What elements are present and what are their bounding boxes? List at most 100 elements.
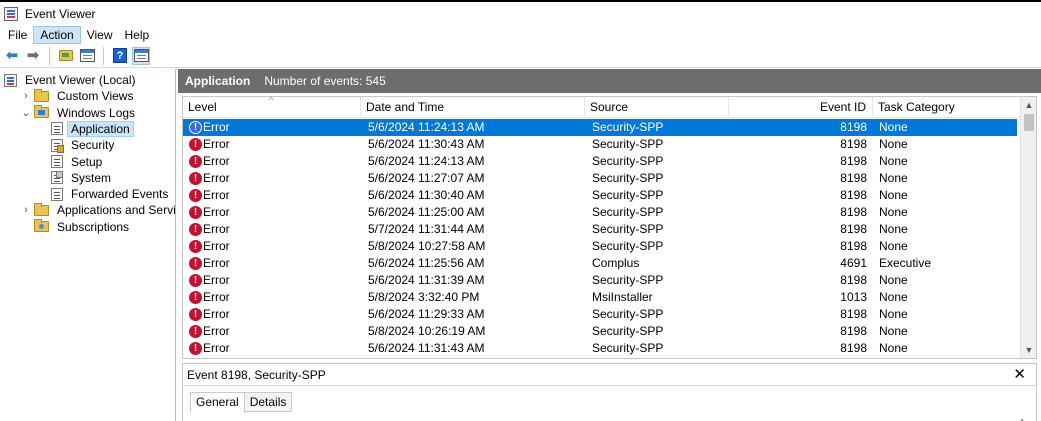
level-cell: Error (203, 324, 230, 338)
expand-icon[interactable]: › (21, 202, 31, 218)
up-folder-button[interactable] (57, 47, 75, 65)
level-cell: Error (203, 273, 230, 287)
table-row[interactable]: ! Error 5/7/2024 11:31:44 AM Security-SPP 81… (183, 221, 1017, 238)
column-header-task-category[interactable]: Task Category (873, 97, 1021, 118)
task-category-cell: None (879, 222, 908, 236)
back-button[interactable]: ⬅ (3, 47, 21, 65)
tab-details[interactable]: Details (243, 392, 293, 412)
tree-item-custom-views[interactable]: › Custom Views (21, 88, 137, 104)
menu-help[interactable]: Help (119, 26, 156, 44)
error-icon: ! (189, 274, 202, 287)
error-icon: ! (189, 342, 202, 355)
datetime-cell: 5/6/2024 11:25:00 AM (368, 205, 485, 219)
show-hide-console-tree-button[interactable] (78, 47, 96, 65)
level-cell: Error (203, 120, 230, 134)
source-cell: Security-SPP (592, 341, 664, 355)
tree-item-label: Windows Logs (57, 105, 136, 120)
help-icon: ? (113, 48, 127, 63)
system-log-icon (51, 171, 63, 185)
security-log-icon (51, 138, 64, 153)
log-header: Application Number of events: 545 (178, 69, 1041, 93)
column-header-source[interactable]: Source (585, 97, 729, 118)
menu-action[interactable]: Action (33, 26, 81, 44)
error-icon: ! (189, 240, 202, 253)
tree-item-windows-logs[interactable]: ⌄ Windows Logs (21, 105, 139, 121)
datetime-cell: 5/6/2024 11:25:56 AM (368, 256, 485, 270)
tree-item-label: Applications and Services Lo (57, 203, 176, 218)
datetime-cell: 5/8/2024 3:32:40 PM (368, 290, 480, 304)
tree-item-security[interactable]: Security (38, 137, 118, 153)
close-icon[interactable]: ✕ (1013, 366, 1026, 384)
log-icon (51, 187, 63, 201)
toolbar-separator (49, 46, 50, 65)
detail-scroll-up-icon[interactable]: ▲ (1018, 416, 1026, 421)
level-cell: Error (203, 188, 230, 202)
table-row[interactable]: ! Error 5/8/2024 10:26:19 AM Security-SPP 81… (183, 323, 1017, 340)
collapse-icon[interactable]: ⌄ (21, 105, 31, 121)
table-row[interactable]: ! Error 5/6/2024 11:24:13 AM Security-SPP 81… (183, 153, 1017, 170)
show-hide-action-pane-button[interactable] (132, 46, 150, 65)
table-row[interactable]: ! Error 5/6/2024 11:30:43 AM Security-SPP 81… (183, 136, 1017, 153)
detail-header: Event 8198, Security-SPP ✕ (183, 364, 1036, 386)
toolbar: ⬅ ➡? (0, 44, 1041, 68)
task-category-cell: None (879, 239, 908, 253)
scroll-up-icon[interactable]: ▲ (1021, 97, 1036, 113)
event-id-cell: 8198 (840, 239, 867, 253)
level-cell: Error (203, 256, 230, 270)
tree-item-setup[interactable]: Setup (38, 154, 106, 170)
column-header-event-id[interactable]: Event ID (729, 97, 873, 118)
table-row[interactable]: ! Error 5/6/2024 11:31:43 AM Security-SPP 81… (183, 340, 1017, 357)
table-row[interactable]: ! Error 5/8/2024 10:27:58 AM Security-SPP 81… (183, 238, 1017, 255)
datetime-cell: 5/7/2024 11:31:44 AM (368, 222, 485, 236)
back-icon: ⬅ (5, 46, 19, 64)
tab-general[interactable]: General (190, 392, 245, 413)
table-row[interactable]: ! Error 5/6/2024 11:29:33 AM Security-SPP 81… (183, 306, 1017, 323)
tree-item-application[interactable]: Application (38, 120, 134, 137)
event-id-cell: 1013 (840, 290, 867, 304)
table-row[interactable]: ! Error 5/6/2024 11:30:40 AM Security-SPP 81… (183, 187, 1017, 204)
tree-item-event-viewer-local[interactable]: Event Viewer (Local) (4, 72, 140, 88)
error-icon: ! (189, 291, 202, 304)
event-id-cell: 8198 (840, 222, 867, 236)
table-row[interactable]: ! Error 5/6/2024 11:25:00 AM Security-SPP 81… (183, 204, 1017, 221)
task-category-cell: None (879, 154, 908, 168)
tree-item-subscriptions[interactable]: Subscriptions (21, 219, 133, 235)
table-row[interactable]: ! Error 5/6/2024 11:25:56 AM Complus 4691 Exe… (183, 255, 1017, 272)
event-id-cell: 8198 (840, 137, 867, 151)
datetime-cell: 5/8/2024 10:26:19 AM (368, 324, 486, 338)
source-cell: Security-SPP (592, 307, 664, 321)
console-tree: Event Viewer (Local) › Custom Views ⌄ Window… (0, 69, 176, 421)
level-cell: Error (203, 239, 230, 253)
table-row[interactable]: ! Error 5/6/2024 11:31:39 AM Security-SPP 81… (183, 272, 1017, 289)
folder-icon (34, 202, 49, 216)
tree-item-applications-and-services-lo[interactable]: › Applications and Services Lo (21, 202, 176, 218)
error-icon: ! (189, 121, 202, 134)
forward-button[interactable]: ➡ (24, 47, 42, 65)
level-cell: Error (203, 307, 230, 321)
menu-view[interactable]: View (81, 26, 119, 44)
table-row[interactable]: ! Error 5/6/2024 11:27:07 AM Security-SPP 81… (183, 170, 1017, 187)
menu-file[interactable]: File (2, 26, 33, 44)
table-row[interactable]: ! Error 5/6/2024 11:24:13 AM Security-SPP 81… (183, 119, 1017, 136)
event-id-cell: 8198 (840, 273, 867, 287)
level-cell: Error (203, 154, 230, 168)
level-cell: Error (203, 341, 230, 355)
tree-item-forwarded-events[interactable]: Forwarded Events (38, 186, 172, 202)
expand-icon[interactable]: › (21, 88, 31, 104)
scroll-thumb[interactable] (1024, 114, 1034, 131)
level-cell: Error (203, 290, 230, 304)
help-button[interactable]: ? (111, 47, 129, 65)
table-row[interactable]: ! Error 5/8/2024 3:32:40 PM MsiInstaller 101… (183, 289, 1017, 306)
toolbar-separator (103, 46, 104, 65)
event-id-cell: 8198 (840, 154, 867, 168)
events-scrollbar[interactable]: ▲ ▼ (1020, 97, 1036, 358)
tree-item-system[interactable]: System (38, 170, 115, 186)
folder-icon (34, 88, 49, 102)
events-grid: Level Date and Time Source Event ID Task Cat… (182, 96, 1037, 359)
level-cell: Error (203, 205, 230, 219)
scroll-down-icon[interactable]: ▼ (1021, 342, 1036, 358)
source-cell: Security-SPP (592, 222, 664, 236)
log-icon (51, 155, 63, 168)
tree-item-label: Event Viewer (Local) (25, 73, 136, 87)
column-header-date-and-time[interactable]: Date and Time (361, 97, 585, 118)
